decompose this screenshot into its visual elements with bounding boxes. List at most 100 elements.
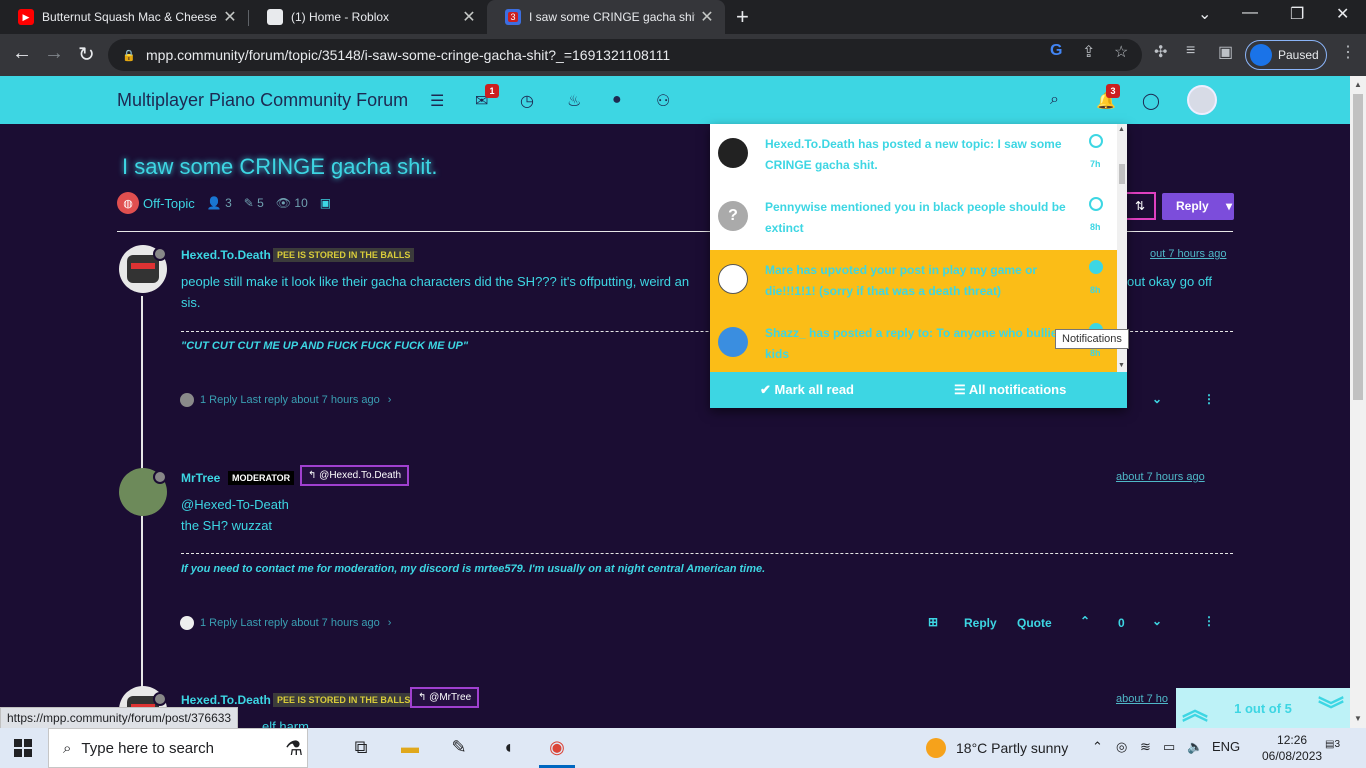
groups-icon[interactable]: ⚇ — [656, 91, 670, 111]
chevron-double-down-icon[interactable]: ︾ — [1318, 690, 1344, 727]
user-icon[interactable]: ● — [612, 91, 622, 109]
restore-icon[interactable]: ❐ — [1290, 4, 1304, 24]
reply-to-link[interactable]: ↰ @MrTree — [410, 687, 480, 708]
paint-icon[interactable]: ✎ — [448, 737, 470, 759]
reply-button[interactable]: Reply — [964, 616, 997, 630]
profile-status: Paused — [1278, 48, 1319, 62]
category-link[interactable]: Off-Topic — [143, 196, 195, 211]
mark-read-icon[interactable] — [1089, 197, 1103, 211]
forward-icon[interactable]: → — [44, 42, 64, 65]
chevron-up-icon[interactable]: ⌃ — [1092, 739, 1103, 755]
chat-icon[interactable]: ◯ — [1142, 91, 1160, 111]
scroll-up-icon[interactable]: ▲ — [1118, 126, 1125, 133]
rss-icon[interactable]: ▣ — [320, 196, 331, 210]
menu-icon[interactable]: ⋮ — [1340, 42, 1356, 62]
user-badge: MODERATOR — [228, 471, 295, 485]
post-body: @Hexed-To-Death the SH? wuzzat — [181, 494, 289, 536]
tab-youtube[interactable]: ▶ Butternut Squash Mac & Cheese ✕ — [0, 0, 248, 34]
downvote-icon[interactable]: ⌄ — [1152, 614, 1162, 628]
weather-widget[interactable]: 18°C Partly sunny — [926, 738, 1068, 758]
post-timestamp[interactable]: about 7 ho — [1116, 693, 1168, 705]
reply-to-link[interactable]: ↰ @Hexed.To.Death — [300, 465, 410, 486]
all-notifications-button[interactable]: ☰ All notifications — [954, 382, 1066, 398]
meet-icon[interactable]: ◎ — [1116, 739, 1127, 755]
scroll-thumb[interactable] — [1119, 164, 1125, 184]
notification-item[interactable]: Mare has upvoted your post in play my ga… — [710, 250, 1117, 313]
post-signature: If you need to contact me for moderation… — [181, 563, 765, 575]
popular-icon[interactable]: ♨ — [567, 91, 581, 111]
replies-text: 1 Reply Last reply about 7 hours ago — [200, 394, 380, 406]
media-control-icon[interactable]: ≡ — [1186, 42, 1195, 60]
post-author[interactable]: Hexed.To.Death — [181, 693, 271, 707]
window-close-icon[interactable]: ✕ — [1336, 4, 1349, 24]
tab-roblox[interactable]: (1) Home - Roblox ✕ — [249, 0, 487, 34]
post-signature: "CUT CUT CUT ME UP AND FUCK FUCK FUCK ME… — [181, 340, 469, 352]
post-timestamp[interactable]: out 7 hours ago — [1150, 248, 1226, 260]
post-menu-icon[interactable]: ⋮ — [1203, 392, 1215, 406]
new-tab-icon[interactable]: + — [736, 4, 749, 30]
taskbar-search[interactable]: ⌕ Type here to search ⚗ — [48, 728, 308, 768]
mark-all-read-button[interactable]: ✔ Mark all read — [760, 382, 854, 398]
task-view-icon[interactable]: ⧉ — [350, 737, 372, 759]
posters-icon: 👤 3 — [206, 196, 232, 210]
battery-icon[interactable]: ▭ — [1163, 739, 1175, 755]
share-icon[interactable]: ⇪ — [1082, 42, 1095, 62]
windows-start-icon[interactable] — [14, 739, 32, 757]
close-icon[interactable]: ✕ — [218, 7, 242, 27]
mouse-app-icon[interactable]: ◖ — [497, 737, 519, 759]
wifi-icon[interactable]: ≋ — [1140, 739, 1151, 755]
recent-icon[interactable]: ◷ — [520, 91, 534, 111]
reload-icon[interactable]: ↻ — [78, 42, 95, 67]
action-center-icon[interactable]: ▤3 — [1325, 739, 1345, 757]
replies-toggle[interactable]: 1 Reply Last reply about 7 hours ago › — [180, 393, 391, 407]
bookmark-star-icon[interactable]: ☆ — [1114, 42, 1128, 62]
posts-count: 5 — [257, 196, 264, 210]
back-icon[interactable]: ← — [12, 42, 32, 65]
replies-toggle[interactable]: 1 Reply Last reply about 7 hours ago › — [180, 616, 391, 630]
sort-button[interactable]: ⇅ — [1124, 192, 1156, 220]
notification-item[interactable]: ? Pennywise mentioned you in black peopl… — [710, 187, 1117, 250]
avatar — [180, 393, 194, 407]
scroll-down-icon[interactable]: ▼ — [1118, 362, 1125, 369]
file-explorer-icon[interactable]: ▬ — [399, 737, 421, 759]
close-icon[interactable]: ✕ — [457, 7, 481, 27]
post-timestamp[interactable]: about 7 hours ago — [1116, 471, 1205, 483]
address-bar[interactable]: 🔒 mpp.community/forum/topic/35148/i-saw-… — [108, 39, 1142, 71]
page-scrollbar[interactable]: ▲ ▼ — [1350, 76, 1366, 728]
post-author[interactable]: Hexed.To.Death — [181, 248, 271, 262]
categories-icon[interactable]: ☰ — [430, 91, 444, 111]
pager-text[interactable]: 1 out of 5 — [1208, 701, 1318, 716]
downvote-icon[interactable]: ⌄ — [1152, 392, 1162, 406]
scroll-up-icon[interactable]: ▲ — [1354, 80, 1362, 89]
upvote-icon[interactable]: ⌃ — [1080, 614, 1090, 628]
scroll-down-icon[interactable]: ▼ — [1354, 714, 1362, 723]
clock[interactable]: 12:26 06/08/2023 — [1262, 732, 1322, 764]
replies-text: 1 Reply Last reply about 7 hours ago — [200, 617, 380, 629]
mark-read-icon[interactable] — [1089, 260, 1103, 274]
post-author[interactable]: MrTree — [181, 471, 220, 485]
post-body: people still make it look like their gac… — [181, 271, 689, 313]
avatar[interactable] — [1187, 85, 1217, 115]
quote-button[interactable]: Quote — [1017, 616, 1052, 630]
minimize-icon[interactable]: — — [1242, 4, 1258, 22]
google-icon[interactable]: G — [1050, 42, 1062, 60]
close-icon[interactable]: ✕ — [695, 7, 719, 27]
tab-forum[interactable]: 3 I saw some CRINGE gacha shit. | ✕ — [487, 0, 725, 34]
quick-reply-icon[interactable]: ⊞ — [928, 615, 938, 629]
reply-to-text: @MrTree — [429, 692, 472, 703]
chevron-double-up-icon[interactable]: ︽ — [1182, 690, 1208, 727]
notification-item[interactable]: Hexed.To.Death has posted a new topic: I… — [710, 124, 1117, 187]
post-menu-icon[interactable]: ⋮ — [1203, 614, 1215, 628]
side-panel-icon[interactable]: ▣ — [1218, 42, 1233, 62]
search-icon[interactable]: ⌕ — [1050, 91, 1059, 109]
forum-brand[interactable]: Multiplayer Piano Community Forum — [117, 90, 408, 111]
extensions-icon[interactable]: ✣ — [1154, 42, 1167, 62]
reply-topic-button[interactable]: Reply ▾ — [1162, 193, 1234, 220]
tab-search-icon[interactable]: ⌄ — [1198, 4, 1211, 24]
scroll-thumb[interactable] — [1353, 94, 1363, 400]
chrome-icon[interactable]: ◉ — [546, 737, 568, 759]
language-indicator[interactable]: ENG — [1212, 739, 1240, 754]
volume-icon[interactable]: 🔈 — [1187, 739, 1203, 755]
profile-paused-button[interactable]: Paused — [1245, 40, 1327, 70]
mark-read-icon[interactable] — [1089, 134, 1103, 148]
